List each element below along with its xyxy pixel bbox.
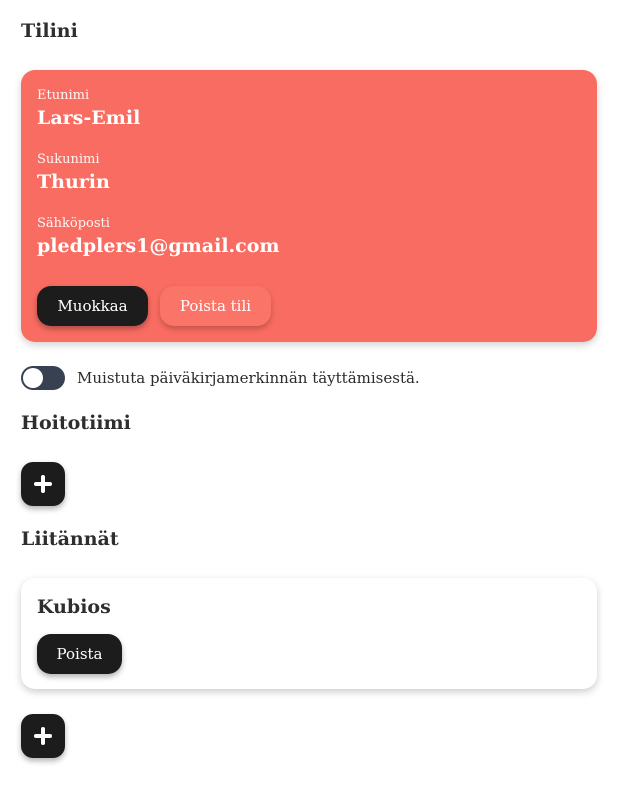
- reminder-label: Muistuta päiväkirjamerkinnän täyttämises…: [77, 369, 420, 387]
- email-value: pledplers1@gmail.com: [37, 235, 280, 257]
- account-section-title: Tilini: [21, 20, 78, 42]
- email-label: Sähköposti: [37, 216, 110, 231]
- add-care-team-button[interactable]: [21, 462, 65, 506]
- delete-account-button[interactable]: Poista tili: [160, 286, 271, 326]
- reminder-toggle[interactable]: [21, 366, 65, 390]
- first-name-label: Etunimi: [37, 88, 90, 103]
- edit-button[interactable]: Muokkaa: [37, 286, 148, 326]
- integration-name: Kubios: [37, 596, 111, 618]
- toggle-knob: [23, 368, 43, 388]
- remove-integration-button[interactable]: Poista: [37, 634, 122, 674]
- reminder-row: Muistuta päiväkirjamerkinnän täyttämises…: [21, 366, 420, 390]
- plus-icon: [34, 475, 52, 493]
- first-name-value: Lars-Emil: [37, 107, 141, 129]
- care-team-section-title: Hoitotiimi: [21, 412, 131, 434]
- last-name-value: Thurin: [37, 171, 110, 193]
- account-card: Etunimi Lars-Emil Sukunimi Thurin Sähköp…: [21, 70, 597, 342]
- integrations-section-title: Liitännät: [21, 528, 119, 550]
- last-name-label: Sukunimi: [37, 152, 100, 167]
- plus-icon: [34, 727, 52, 745]
- integration-card: Kubios Poista: [21, 578, 597, 689]
- add-integration-button[interactable]: [21, 714, 65, 758]
